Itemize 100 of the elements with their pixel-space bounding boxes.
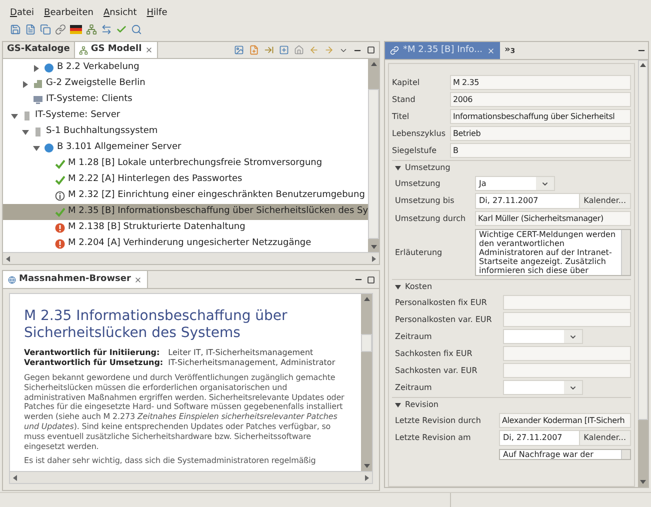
text-field[interactable]: 2006 (450, 92, 631, 107)
text-field[interactable] (503, 295, 631, 310)
text-field[interactable]: B (450, 143, 631, 158)
info-icon (55, 191, 65, 201)
section-header[interactable]: Kosten (405, 281, 432, 293)
vertical-scrollbar[interactable] (361, 294, 372, 472)
field-label: Lebenszyklus (392, 128, 447, 140)
maximize-icon[interactable] (367, 276, 375, 284)
close-icon[interactable] (144, 46, 153, 54)
document-icon[interactable] (25, 24, 36, 34)
field-label: Sachkosten var. EUR (395, 364, 478, 376)
panel-tab[interactable]: GS Modell (74, 42, 158, 58)
close-icon[interactable] (486, 46, 495, 54)
expand-all-icon[interactable] (279, 45, 289, 55)
section-header[interactable]: Revision (405, 399, 438, 411)
responsibility-label: Verantwortlich für Umsetzung: (24, 358, 164, 368)
panel-tab[interactable]: Massnahmen-Browser (3, 271, 148, 288)
tree-item[interactable]: S-1 Buchhaltungssystem (3, 124, 368, 140)
forward-icon[interactable] (324, 45, 334, 55)
tree-item[interactable]: M 2.204 [A] Verhinderung ungesicherter Netzzugänge (3, 236, 368, 252)
tree-icon[interactable] (86, 24, 97, 34)
tree-item[interactable]: B 2.2 Verkabelung (3, 60, 368, 76)
scroll-right-arrow-icon[interactable] (365, 474, 369, 481)
text-field[interactable]: Alexander Koderman [IT-Sicherh (499, 413, 631, 428)
field-label: Umsetzung bis (395, 195, 456, 207)
text-field[interactable] (503, 346, 631, 361)
section-header[interactable]: Umsetzung (405, 162, 450, 174)
editor-tab[interactable]: »$_{3}$ (500, 42, 520, 59)
text-field[interactable]: Betrieb (450, 126, 631, 141)
back-icon[interactable] (309, 45, 319, 55)
check-icon[interactable] (116, 24, 127, 34)
field-label: Letzte Revision am (395, 432, 472, 444)
tree-item[interactable]: IT-Systeme: Clients (3, 92, 368, 108)
horizontal-scrollbar[interactable] (10, 471, 372, 484)
copy-icon[interactable] (40, 24, 51, 34)
new-file-icon[interactable] (249, 45, 259, 55)
warning-icon (55, 239, 65, 249)
collapse-arrow-icon[interactable] (395, 284, 401, 290)
tree-item[interactable]: M 2.32 [Z] Einrichtung einer eingeschränkten Benutzerumgebung (3, 188, 368, 204)
field-label: Umsetzung durch (395, 212, 467, 224)
collapse-arrow-icon[interactable] (33, 144, 40, 152)
tree-item[interactable]: B 3.101 Allgemeiner Server (3, 140, 368, 156)
tree-item[interactable]: M 2.22 [A] Hinterlegen des Passwortes (3, 172, 368, 188)
tree-item[interactable]: M 2.138 [B] Strukturierte Datenhaltung (3, 220, 368, 236)
collapse-arrow-icon[interactable] (395, 165, 401, 171)
menu-item[interactable]: Hilfe (146, 7, 168, 21)
building-icon (33, 79, 43, 89)
collapse-arrow-icon[interactable] (395, 402, 401, 408)
monitor-icon (33, 95, 43, 105)
expand-arrow-icon[interactable] (33, 64, 40, 72)
link-icon[interactable] (55, 24, 66, 34)
globe-icon (44, 143, 54, 153)
collapse-arrow-icon[interactable] (22, 128, 29, 136)
tree-icon (78, 46, 88, 54)
field-label: Titel (392, 110, 410, 122)
text-area[interactable]: Auf Nachfrage war der (499, 449, 631, 460)
field-label: Erläuterung (395, 246, 444, 258)
paragraph: Gegen bekannt gewordene und durch Veröffentlichungen zugänglich gemachte Sicherheitslücken müssen die erforderlichen organisatorischen und administrativen Maßnahmen ergriffen werden. Sicherheitsrelevante Updates oder Patches für die eingesetzte Hard- und Software müssen gegebenenfalls installiert werden (siehe auch M 2.273 Zeitnahes Einspielen sicherheitsrelevanter Patches und Updates). Sind keine entsprechenden Updates oder Patches verfügbar, so muss eventuell zusätzliche Sicherheitshardware bzw. Sicherheitssoftware eingesetzt werden. (24, 373, 346, 452)
text-field[interactable] (503, 363, 631, 378)
menu-item[interactable]: Ansicht (104, 7, 137, 21)
text-field[interactable]: Karl Müller (Sicherheitsmanager) (475, 211, 631, 226)
globe-icon (44, 63, 54, 73)
field-label: Letzte Revision durch (395, 414, 482, 426)
tree-item[interactable]: M 1.28 [B] Lokale unterbrechungsfreie Stromversorgung (3, 156, 368, 172)
vertical-scrollbar[interactable] (368, 59, 379, 252)
home-icon[interactable] (294, 45, 304, 55)
scroll-left-arrow-icon[interactable] (6, 256, 10, 262)
field-label: Personalkosten fix EUR (395, 296, 488, 308)
paragraph: Es ist daher sehr wichtig, dass sich die Systemadministratoren regelmäßig (24, 456, 317, 466)
text-field[interactable] (503, 312, 631, 327)
flag-icon[interactable] (70, 24, 82, 34)
field-label: Sachkosten fix EUR (395, 348, 474, 360)
field-label: Zeitraum (395, 330, 433, 342)
text-area[interactable]: Wichtige CERT-Meldungen werden den verantwortlichen Administratoren auf der Intranet-Startseite angezeigt. Zusätzlich informieren sich diese über (475, 229, 631, 276)
vertical-scrollbar[interactable] (638, 60, 648, 487)
menu-item[interactable]: Bearbeiten (44, 7, 94, 21)
collapse-arrow-icon[interactable] (11, 112, 18, 120)
field-label: Umsetzung (395, 178, 442, 190)
tree-item[interactable]: G-2 Zweigstelle Berlin (3, 76, 368, 92)
tree-item[interactable]: M 2.35 [B] Informationsbeschaffung über Sicherheitslücken des Sy (3, 204, 368, 220)
text-field[interactable]: M 2.35 (450, 75, 631, 90)
text-field[interactable]: Informationsbeschaffung über Sicherheitsl (450, 109, 631, 124)
menu-item[interactable]: Datei (10, 7, 34, 21)
search-icon[interactable] (131, 24, 142, 34)
field-label: Personalkosten var. EUR (395, 314, 493, 326)
scroll-right-arrow-icon[interactable] (372, 256, 376, 262)
close-icon[interactable] (134, 276, 142, 284)
arrows-icon[interactable] (101, 24, 112, 34)
scroll-left-arrow-icon[interactable] (13, 474, 17, 481)
save-icon[interactable] (10, 24, 21, 34)
horizontal-scrollbar[interactable] (3, 252, 379, 264)
tree-item[interactable]: IT-Systeme: Server (3, 108, 368, 124)
import-icon[interactable] (264, 45, 274, 55)
responsibility-value: IT-Sicherheitsmanagement, Administrator (168, 358, 336, 368)
image-icon[interactable] (234, 45, 244, 55)
expand-arrow-icon[interactable] (22, 80, 29, 88)
globe-icon (8, 276, 16, 284)
maximize-icon[interactable] (367, 46, 375, 54)
warning-icon (55, 223, 65, 233)
dropdown[interactable]: Ja (475, 176, 555, 191)
